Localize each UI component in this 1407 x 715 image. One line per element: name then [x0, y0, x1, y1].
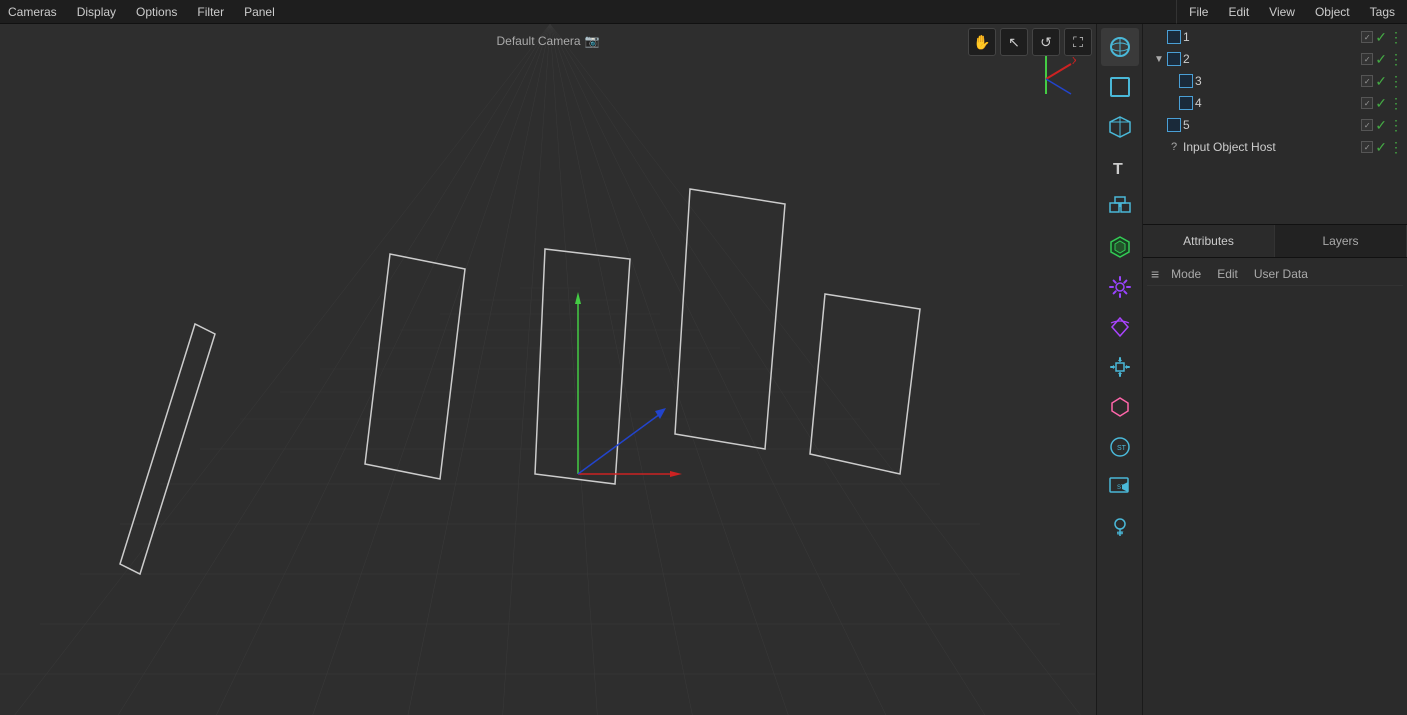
svg-text:ST: ST — [1117, 531, 1123, 537]
dots-1: ⋮ — [1389, 29, 1403, 46]
tab-layers[interactable]: Layers — [1275, 225, 1407, 257]
menu-object[interactable]: Object — [1311, 3, 1354, 21]
object-name-2: 2 — [1183, 52, 1359, 66]
object-name-5: 5 — [1183, 118, 1359, 132]
expand-icon-4 — [1165, 97, 1177, 109]
camera-label: Default Camera 📷 — [497, 34, 600, 48]
expand-icon-2[interactable]: ▼ — [1153, 53, 1165, 65]
menu-panel[interactable]: Panel — [240, 3, 279, 21]
active-check-4[interactable]: ✓ — [1375, 95, 1387, 112]
object-checks-4: ✓ ✓ ⋮ — [1361, 95, 1403, 112]
right-menu-bar: File Edit View Object Tags — [1176, 0, 1407, 24]
vis-check-host[interactable]: ✓ — [1361, 141, 1373, 153]
render-settings-icon[interactable]: ST — [1101, 468, 1139, 506]
object-checks-3: ✓ ✓ ⋮ — [1361, 73, 1403, 90]
object-checks-1: ✓ ✓ ⋮ — [1361, 29, 1403, 46]
object-name-3: 3 — [1195, 74, 1359, 88]
selection-icon[interactable] — [1101, 68, 1139, 106]
vis-check-5[interactable]: ✓ — [1361, 119, 1373, 131]
object-name-4: 4 — [1195, 96, 1359, 110]
viewport-tools: ✋ ↖ ↺ ⛶ — [964, 24, 1096, 60]
object-panel: 1 ✓ ✓ ⋮ ▼ 2 ✓ ✓ ⋮ — [1142, 24, 1407, 715]
attributes-content: ≡ Mode Edit User Data — [1143, 258, 1407, 715]
vis-check-1[interactable]: ✓ — [1361, 31, 1373, 43]
object-icon-1 — [1167, 30, 1181, 44]
right-panel: T — [1096, 24, 1407, 715]
scene-object-3[interactable]: 3 ✓ ✓ ⋮ — [1143, 70, 1407, 92]
hand-tool-icon[interactable]: ✋ — [968, 28, 996, 56]
object-name-host: Input Object Host — [1183, 140, 1359, 154]
reset-tool-icon[interactable]: ↺ — [1032, 28, 1060, 56]
attr-menu-bar: ≡ Mode Edit User Data — [1147, 262, 1403, 286]
dots-5: ⋮ — [1389, 117, 1403, 134]
object-icon-4 — [1179, 96, 1193, 110]
object-name-1: 1 — [1183, 30, 1359, 44]
active-check-5[interactable]: ✓ — [1375, 117, 1387, 134]
cube-icon[interactable] — [1101, 108, 1139, 146]
scene-object-1[interactable]: 1 ✓ ✓ ⋮ — [1143, 26, 1407, 48]
expand-icon-1 — [1153, 31, 1165, 43]
active-check-1[interactable]: ✓ — [1375, 29, 1387, 46]
tab-attributes[interactable]: Attributes — [1143, 225, 1275, 257]
object-icon-5 — [1167, 118, 1181, 132]
top-menu-bar: Cameras Display Options Filter Panel Fil… — [0, 0, 1407, 24]
camera-icon: 📷 — [585, 34, 600, 48]
expand-icon-3 — [1165, 75, 1177, 87]
spline-icon[interactable] — [1101, 308, 1139, 346]
dots-2: ⋮ — [1389, 51, 1403, 68]
object-icon-3 — [1179, 74, 1193, 88]
object-checks-5: ✓ ✓ ⋮ — [1361, 117, 1403, 134]
scene-manager-icon[interactable]: ST — [1101, 428, 1139, 466]
active-check-host[interactable]: ✓ — [1375, 139, 1387, 156]
expand-icon-5 — [1153, 119, 1165, 131]
scene-object-host[interactable]: ? Input Object Host ✓ ✓ ⋮ — [1143, 136, 1407, 158]
icon-sidebar: T — [1096, 24, 1142, 715]
object-mode-icon[interactable] — [1101, 28, 1139, 66]
menu-view[interactable]: View — [1265, 3, 1299, 21]
active-check-2[interactable]: ✓ — [1375, 51, 1387, 68]
svg-text:T: T — [1113, 161, 1123, 178]
vis-check-2[interactable]: ✓ — [1361, 53, 1373, 65]
main-content: Default Camera 📷 Y X ✋ ↖ ↺ ⛶ — [0, 24, 1407, 715]
menu-options[interactable]: Options — [132, 3, 181, 21]
maximize-tool-icon[interactable]: ⛶ — [1064, 28, 1092, 56]
scene-object-5[interactable]: 5 ✓ ✓ ⋮ — [1143, 114, 1407, 136]
menu-tags[interactable]: Tags — [1366, 3, 1399, 21]
scene-objects-list: 1 ✓ ✓ ⋮ ▼ 2 ✓ ✓ ⋮ — [1143, 24, 1407, 224]
object-checks-2: ✓ ✓ ⋮ — [1361, 51, 1403, 68]
panel-tabs: Attributes Layers — [1143, 224, 1407, 258]
text-tool-icon[interactable]: T — [1101, 148, 1139, 186]
object-checks-host: ✓ ✓ ⋮ — [1361, 139, 1403, 156]
deformer-icon[interactable] — [1101, 268, 1139, 306]
menu-display[interactable]: Display — [73, 3, 120, 21]
generator-icon[interactable] — [1101, 228, 1139, 266]
menu-cameras[interactable]: Cameras — [4, 3, 61, 21]
object-icon-2 — [1167, 52, 1181, 66]
dots-3: ⋮ — [1389, 73, 1403, 90]
hamburger-icon[interactable]: ≡ — [1151, 266, 1159, 282]
move-icon[interactable] — [1101, 348, 1139, 386]
attr-menu-edit[interactable]: Edit — [1213, 265, 1242, 283]
dots-4: ⋮ — [1389, 95, 1403, 112]
vis-check-4[interactable]: ✓ — [1361, 97, 1373, 109]
svg-text:ST: ST — [1117, 445, 1127, 452]
attr-menu-userdata[interactable]: User Data — [1250, 265, 1312, 283]
menu-filter[interactable]: Filter — [193, 3, 228, 21]
vis-check-3[interactable]: ✓ — [1361, 75, 1373, 87]
attr-menu-mode[interactable]: Mode — [1167, 265, 1205, 283]
scene-object-4[interactable]: 4 ✓ ✓ ⋮ — [1143, 92, 1407, 114]
menu-file[interactable]: File — [1185, 3, 1212, 21]
active-check-3[interactable]: ✓ — [1375, 73, 1387, 90]
viewport[interactable]: Default Camera 📷 Y X ✋ ↖ ↺ ⛶ — [0, 24, 1096, 715]
dots-host: ⋮ — [1389, 139, 1403, 156]
object-icon-host: ? — [1167, 140, 1181, 154]
null-icon[interactable] — [1101, 388, 1139, 426]
viewport-grid — [0, 24, 1096, 715]
scene-object-2[interactable]: ▼ 2 ✓ ✓ ⋮ — [1143, 48, 1407, 70]
expand-icon-host — [1153, 141, 1165, 153]
cursor-tool-icon[interactable]: ↖ — [1000, 28, 1028, 56]
light-icon[interactable]: ST — [1101, 508, 1139, 546]
menu-edit[interactable]: Edit — [1224, 3, 1253, 21]
transform-group-icon[interactable] — [1101, 188, 1139, 226]
